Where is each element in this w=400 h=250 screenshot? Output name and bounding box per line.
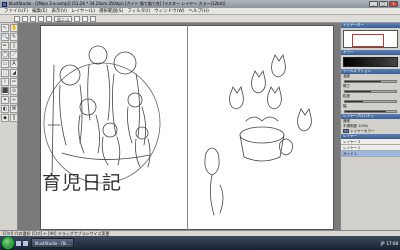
effect-tool-icon[interactable]: ✦	[1, 96, 9, 104]
cat-sketches	[204, 54, 312, 216]
save-icon[interactable]	[30, 15, 36, 22]
redo-icon[interactable]	[46, 15, 52, 22]
option-slider[interactable]	[344, 80, 397, 83]
menu-filter[interactable]: フィルタ(I)	[127, 8, 150, 14]
tool-palette: ↖ ✋ 🔍 ✎ ✏ ▯ ◯ ⟋ ▭ A ⬚ ◢ ⌇ ✂ ⬛ ⊙ ✦ ≈ ◐ ⌘ …	[0, 23, 18, 230]
slider-fill	[345, 101, 363, 102]
cut-tool-icon[interactable]: ✂	[10, 78, 18, 86]
brush-preset-select[interactable]: 鉛ニコ	[54, 15, 72, 22]
ellipse-tool-icon[interactable]: ◯	[1, 51, 9, 59]
pencil-tool-icon[interactable]: ✏	[1, 42, 9, 50]
move-tool-icon[interactable]: ↖	[1, 24, 9, 32]
quick-launch-icon[interactable]	[16, 240, 21, 246]
slider-label: 幅	[343, 104, 347, 108]
command-bar: 鉛ニコ	[0, 15, 400, 23]
slider-fill	[345, 111, 386, 112]
marquee-tool-icon[interactable]: ⬚	[1, 69, 9, 77]
menu-bar: ファイル(F) 編集(E) 表示(V) レイヤー(L) 選択範囲(S) フィルタ…	[0, 8, 400, 15]
pencil-sketch	[43, 45, 312, 216]
window-title: IllustStudio - [[Mojo 3-a.ssmp]] (51.26 …	[9, 1, 226, 6]
hand-tool-icon[interactable]: ✋	[10, 24, 18, 32]
start-button[interactable]	[2, 237, 14, 249]
fill-tool-icon[interactable]: ◢	[10, 69, 18, 77]
menu-selection[interactable]: 選択範囲(S)	[99, 8, 123, 14]
tone-tool-icon[interactable]: ⬛	[1, 87, 9, 95]
ruler-tool-icon[interactable]: ∥	[10, 114, 18, 122]
blur-tool-icon[interactable]: ≈	[10, 96, 18, 104]
eraser-tool-icon[interactable]: ▯	[10, 42, 18, 50]
zoom-in-icon[interactable]	[74, 15, 80, 22]
rect-tool-icon[interactable]: ▭	[1, 60, 9, 68]
close-button[interactable]: x	[389, 1, 398, 7]
taskbar-app-button[interactable]: IllustStudio - [Ik...	[31, 238, 75, 248]
system-tray: JP 17:08	[381, 238, 398, 248]
menu-help[interactable]: ヘルプ(H)	[189, 8, 209, 14]
text-tool-icon[interactable]: A	[10, 60, 18, 68]
taskbar: IllustStudio - [Ik... JP 17:08	[0, 236, 400, 250]
slider-label: 粒度	[343, 94, 350, 98]
maximize-button[interactable]: □	[379, 1, 388, 7]
sketch-title-text: 育児日記	[42, 172, 123, 194]
app-icon	[2, 1, 7, 7]
layer-color-swatch[interactable]	[343, 129, 349, 133]
menu-layer[interactable]: レイヤー(L)	[71, 8, 95, 14]
foreground-color-icon[interactable]: ◆	[1, 114, 9, 122]
slider-label: 硬さ	[343, 84, 350, 88]
app-window: IllustStudio - [[Mojo 3-a.ssmp]] (51.26 …	[0, 0, 400, 250]
menu-edit[interactable]: 編集(E)	[32, 8, 47, 14]
navigator-panel-title: ナビゲーター	[341, 23, 400, 28]
clock[interactable]: 17:08	[386, 241, 398, 246]
language-indicator[interactable]: JP	[381, 241, 385, 246]
line-tool-icon[interactable]: ⟋	[10, 51, 18, 59]
navigator-thumbnail[interactable]	[343, 30, 398, 48]
title-bar: IllustStudio - [[Mojo 3-a.ssmp]] (51.26 …	[0, 0, 400, 8]
eyedropper-tool-icon[interactable]: ⊙	[10, 87, 18, 95]
undo-icon[interactable]	[38, 15, 44, 22]
family-figures	[47, 45, 151, 176]
menu-file[interactable]: ファイル(F)	[4, 8, 28, 14]
option-slider[interactable]	[344, 110, 397, 113]
slider-fill	[345, 91, 371, 92]
slider-label: 濃度	[343, 74, 350, 78]
lasso-tool-icon[interactable]: ⌇	[1, 78, 9, 86]
gradient-tool-icon[interactable]: ◐	[1, 105, 9, 113]
option-slider[interactable]	[344, 90, 397, 93]
open-icon[interactable]	[22, 15, 28, 22]
right-dock: ナビゲーター カラー ツールオプション 濃度 硬さ 粒度幅 レイヤープロパティ 通常…	[340, 23, 400, 230]
layer-color-label: レイヤーカラー	[350, 129, 375, 133]
minimize-button[interactable]: _	[369, 1, 378, 7]
pen-tool-icon[interactable]: ✎	[10, 33, 18, 41]
menu-window[interactable]: ウィンドウ(W)	[154, 8, 184, 14]
quick-launch-icon[interactable]	[23, 240, 28, 246]
zoom-tool-icon[interactable]: 🔍	[1, 33, 9, 41]
color-panel-title: カラー	[341, 50, 400, 55]
layer-row-selected[interactable]: ガイド 1	[341, 151, 400, 157]
color-picker[interactable]	[343, 57, 398, 67]
window-controls: _ □ x	[369, 1, 398, 7]
new-icon[interactable]	[14, 15, 20, 22]
slider-fill	[345, 81, 381, 82]
transform-tool-icon[interactable]: ⌘	[10, 105, 18, 113]
zoom-out-icon[interactable]	[82, 15, 88, 22]
option-slider[interactable]	[344, 100, 397, 103]
menu-view[interactable]: 表示(V)	[51, 8, 67, 14]
slider-list: 濃度 硬さ 粒度幅	[341, 74, 400, 113]
rotate-icon[interactable]	[90, 15, 96, 22]
